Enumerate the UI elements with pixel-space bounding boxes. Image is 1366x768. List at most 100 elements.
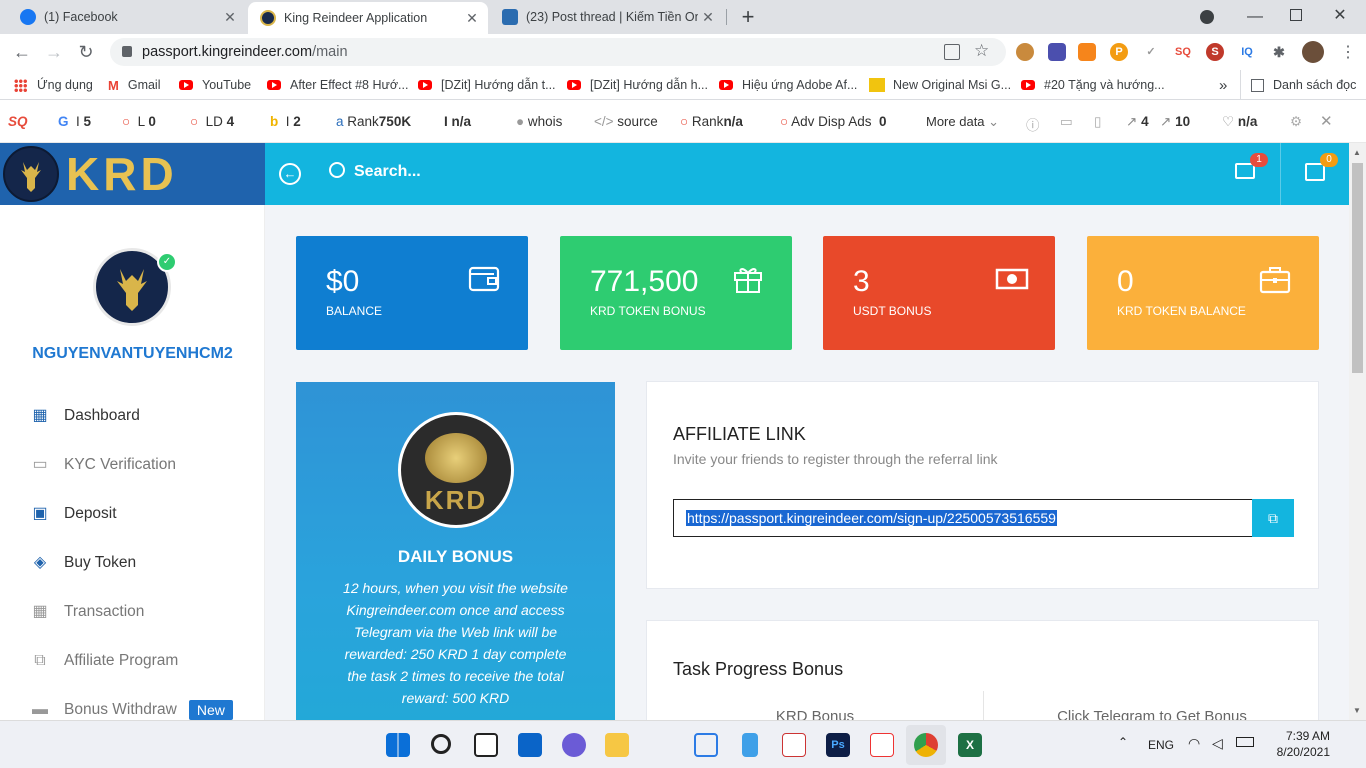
metamask-icon[interactable] [1078, 43, 1096, 61]
taskbar-search-icon[interactable] [431, 734, 451, 754]
more-data-dropdown[interactable]: More data ⌄ [926, 114, 999, 130]
task-view-icon[interactable] [474, 733, 498, 757]
menu-dots-icon[interactable]: ⋮ [1340, 42, 1356, 62]
seo-close-icon[interactable]: ✕ [1320, 112, 1333, 130]
minimize-icon[interactable]: — [1245, 8, 1265, 26]
language-indicator[interactable]: ENG [1148, 738, 1174, 752]
clock-date[interactable]: 8/20/2021 [1262, 745, 1330, 759]
star-bookmark-icon[interactable]: ☆ [974, 37, 989, 65]
seo-rank2[interactable]: ○ Rankn/a [680, 114, 743, 129]
bookmark-adobe[interactable]: Hiệu ứng Adobe Af... [719, 70, 857, 100]
address-bar[interactable]: passport.kingreindeer.com/main ☆ [110, 38, 1006, 66]
close-tab-icon[interactable]: ✕ [220, 9, 240, 26]
seo-value: n/a [723, 114, 743, 129]
calendar-button[interactable]: 0 [1280, 143, 1349, 205]
teams-chat-icon[interactable] [562, 733, 586, 757]
sidebar-item-kyc[interactable]: ▭ KYC Verification [30, 453, 176, 477]
app-icon[interactable] [694, 733, 718, 757]
extensions-puzzle-icon[interactable]: ✱ [1270, 43, 1288, 61]
more-bookmarks-button[interactable]: » [1219, 70, 1227, 100]
sidebar-item-label: KYC Verification [64, 456, 176, 473]
new-tab-button[interactable]: + [736, 3, 760, 31]
seo-bing-index[interactable]: b I 2 [270, 114, 301, 129]
windows-start-icon[interactable] [386, 733, 410, 757]
reindeer-logo-icon[interactable] [3, 146, 59, 202]
bookmark-tang[interactable]: #20 Tặng và hướng... [1021, 70, 1165, 100]
check-extension-icon[interactable]: ✓ [1142, 43, 1160, 61]
close-tab-icon[interactable]: ✕ [698, 9, 718, 26]
seo-links[interactable]: ○ L 0 [122, 114, 156, 129]
editor-icon[interactable] [870, 733, 894, 757]
tab-facebook[interactable]: (1) Facebook ✕ [8, 0, 246, 34]
translate-icon[interactable] [944, 44, 960, 60]
reading-list-button[interactable]: Danh sách đọc [1240, 70, 1356, 100]
bookmark-dzit-1[interactable]: [DZit] Hướng dẫn t... [418, 70, 556, 100]
seo-archive[interactable]: I n/a [444, 114, 471, 129]
scroll-down-icon[interactable]: ▼ [1353, 706, 1361, 715]
seo-adv[interactable]: ○ Adv Disp Ads 0 [780, 114, 887, 129]
seo-internal-links[interactable]: ↗ 10 [1160, 114, 1190, 130]
page-icon[interactable]: ▯ [1094, 114, 1101, 130]
collapse-sidebar-icon[interactable]: ← [279, 163, 301, 185]
sidebar-item-deposit[interactable]: ▣ Deposit [30, 502, 117, 526]
pi-extension-icon[interactable]: P [1110, 43, 1128, 61]
sidebar-item-buy-token[interactable]: ◈ Buy Token [30, 551, 136, 575]
sidebar-item-transaction[interactable]: ▦ Transaction [30, 600, 144, 624]
wifi-icon[interactable]: ◠ [1188, 735, 1200, 752]
bookmark-gmail[interactable]: M Gmail [108, 70, 161, 100]
seo-whois[interactable]: ● whois [516, 114, 562, 129]
close-window-icon[interactable]: ✕ [1330, 5, 1350, 25]
cookie-extension-icon[interactable] [1016, 43, 1034, 61]
info-icon[interactable]: ⓘ [1026, 114, 1040, 134]
snipping-icon[interactable] [782, 733, 806, 757]
reload-icon[interactable]: ↻ [74, 40, 98, 64]
battery-icon[interactable] [1236, 737, 1254, 747]
telegram-bonus-column[interactable]: Click Telegram to Get Bonus [984, 708, 1320, 720]
daily-bonus-title: DAILY BONUS [397, 547, 514, 566]
seo-health[interactable]: ♡ n/a [1222, 114, 1257, 130]
s-extension-icon[interactable]: S [1206, 43, 1224, 61]
tab-forum[interactable]: (23) Post thread | Kiếm Tiền Onlin ✕ [490, 0, 724, 34]
show-hidden-icons[interactable]: ⌃ [1118, 735, 1128, 749]
seo-google-index[interactable]: G I 5 [58, 114, 91, 129]
page-scrollbar[interactable]: ▲ ▼ [1349, 143, 1366, 720]
back-icon[interactable]: ← [10, 40, 34, 64]
seo-settings-icon[interactable]: ⚙ [1290, 114, 1302, 130]
seo-rank[interactable]: a Rank750K [336, 114, 411, 129]
scroll-up-icon[interactable]: ▲ [1353, 148, 1361, 157]
sidebar-item-bonus-withdraw[interactable]: ▬ Bonus Withdraw New [30, 698, 233, 722]
clock-time[interactable]: 7:39 AM [1266, 729, 1330, 743]
sidebar-item-affiliate[interactable]: ⧉ Affiliate Program [30, 649, 178, 673]
forward-icon[interactable]: → [42, 40, 66, 64]
bookmark-dzit-2[interactable]: [DZit] Hướng dẫn h... [567, 70, 708, 100]
tab-search-icon[interactable] [1200, 10, 1214, 24]
bookmark-label: YouTube [202, 78, 252, 92]
widgets-icon[interactable] [518, 733, 542, 757]
bookmark-after-effect[interactable]: After Effect #8 Hướ... [267, 70, 408, 100]
copy-link-button[interactable]: ⧉ [1252, 499, 1294, 537]
photoshop-icon[interactable]: Ps [826, 733, 850, 757]
excel-icon[interactable]: X [958, 733, 982, 757]
seoquake-extension-icon[interactable]: SQ [1174, 43, 1192, 61]
seo-linkdomains[interactable]: ○ LD 4 [190, 114, 234, 129]
file-explorer-icon[interactable] [605, 733, 629, 757]
profile-avatar[interactable] [1302, 41, 1324, 63]
bookmark-msi[interactable]: New Original Msi G... [869, 70, 1011, 100]
search-input[interactable]: Search... [354, 163, 421, 181]
iq-extension-icon[interactable]: IQ [1238, 43, 1256, 61]
sidebar-item-label: Deposit [64, 505, 117, 522]
bookmark-youtube[interactable]: YouTube [179, 70, 251, 100]
extension-icon[interactable] [1048, 43, 1066, 61]
volume-icon[interactable]: ◁ [1212, 735, 1223, 752]
referral-link-field[interactable]: https://passport.kingreindeer.com/sign-u… [673, 499, 1253, 537]
seo-source[interactable]: </> source [594, 114, 658, 129]
restore-icon[interactable] [1290, 9, 1302, 21]
scroll-thumb[interactable] [1352, 163, 1363, 373]
seo-external-links[interactable]: ↗ 4 [1126, 114, 1149, 130]
close-tab-icon[interactable]: ✕ [462, 10, 482, 27]
bookmark-apps[interactable]: Ứng dụng [14, 70, 93, 100]
sidebar-item-dashboard[interactable]: ▦ Dashboard [30, 404, 139, 428]
display-icon[interactable]: ▭ [1060, 114, 1073, 130]
phone-app-icon[interactable] [742, 733, 758, 757]
tab-king-reindeer[interactable]: King Reindeer Application ✕ [248, 2, 488, 34]
